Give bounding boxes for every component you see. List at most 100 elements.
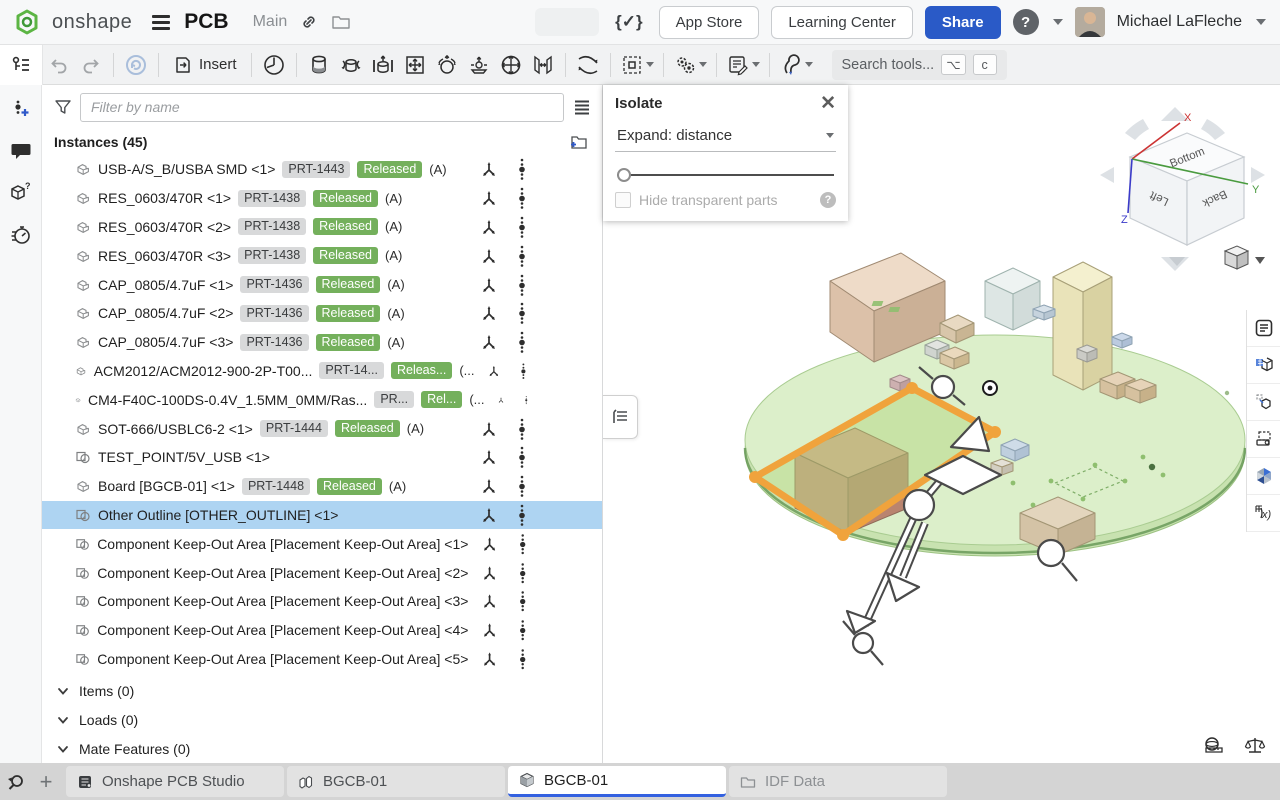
instance-row[interactable]: USB-A/S_B/USBA SMD <1>PRT-1443Released(A… [42,155,602,184]
mate-connector-icon[interactable] [481,478,497,494]
explode-tool-dropdown[interactable] [776,53,816,77]
cylindrical-mate-icon[interactable] [304,50,334,80]
instance-row[interactable]: TEST_POINT/5V_USB <1> [42,443,602,472]
fastened-mate-icon[interactable] [259,50,289,80]
display-states-panel-icon[interactable] [1247,347,1280,384]
dof-indicator-icon[interactable] [516,216,528,238]
expand-mode-select[interactable]: Expand: distance [615,122,836,152]
instance-row[interactable]: Component Keep-Out Area [Placement Keep-… [42,645,602,674]
document-tab-onshape-pcb-studio[interactable]: Onshape PCB Studio [66,766,284,797]
assembly-features-dropdown[interactable] [670,53,710,77]
dof-indicator-icon[interactable] [516,302,528,324]
workspace-label[interactable]: Main [253,13,288,31]
instance-row[interactable]: CAP_0805/4.7uF <2>PRT-1436Released(A) [42,299,602,328]
help-dropdown-caret[interactable] [1053,19,1063,25]
mate-connector-icon[interactable] [498,392,504,408]
dof-indicator-icon[interactable] [517,562,528,584]
group-tool-dropdown[interactable] [617,53,657,77]
dof-indicator-icon[interactable] [517,533,528,555]
add-dof-icon[interactable] [11,99,31,121]
redo-button[interactable] [76,50,106,80]
add-to-folder-icon[interactable] [568,133,588,151]
mate-connector-icon[interactable] [481,507,497,523]
dof-indicator-icon[interactable] [524,389,529,411]
instance-row[interactable]: CM4-F40C-100DS-0.4V_1.5MM_0MM/Ras...PR..… [42,385,602,414]
instance-row[interactable]: RES_0603/470R <2>PRT-1438Released(A) [42,213,602,242]
folder-icon[interactable] [331,13,351,31]
dof-indicator-icon[interactable] [517,619,528,641]
instance-row[interactable]: Component Keep-Out Area [Placement Keep-… [42,616,602,645]
slider-mate-icon[interactable] [368,50,398,80]
mate-connector-icon[interactable] [481,305,497,321]
in-context-panel-icon[interactable] [1247,384,1280,421]
ball-mate-icon[interactable] [432,50,462,80]
hamburger-menu-icon[interactable] [152,15,170,30]
hide-transparent-checkbox[interactable] [615,192,631,208]
mate-connector-icon[interactable] [482,593,497,609]
search-tools[interactable]: Search tools... ⌥ c [832,50,1007,80]
measure-icon[interactable] [1202,735,1226,755]
section-row[interactable]: Items (0) [42,676,602,705]
dof-indicator-icon[interactable] [517,648,528,670]
insert-button[interactable]: Insert [165,50,245,80]
dof-indicator-icon[interactable] [517,590,528,612]
instance-row[interactable]: CAP_0805/4.7uF <1>PRT-1436Released(A) [42,270,602,299]
parallel-mate-icon[interactable] [496,50,526,80]
add-tab-button[interactable]: + [32,768,60,796]
mate-connector-icon[interactable] [482,565,497,581]
history-timer-icon[interactable] [10,223,32,245]
filter-funnel-icon[interactable] [54,98,72,116]
dof-indicator-icon[interactable] [516,475,528,497]
app-store-button[interactable]: App Store [659,6,760,39]
render-studio-panel-icon[interactable] [1247,458,1280,495]
instance-row[interactable]: RES_0603/470R <1>PRT-1438Released(A) [42,184,602,213]
drawing-tool-dropdown[interactable] [723,53,763,77]
user-name[interactable]: Michael LaFleche [1117,13,1242,31]
onshape-logo[interactable] [14,9,40,35]
mate-connector-icon[interactable] [481,190,497,206]
comments-icon[interactable] [10,141,32,161]
help-icon[interactable]: ? [1013,9,1039,35]
document-tab-bgcb-01[interactable]: BGCB-01 [508,766,726,797]
mate-connector-icon[interactable] [488,363,500,379]
part-inspect-icon[interactable]: ? [9,181,33,203]
dof-indicator-icon[interactable] [516,187,528,209]
planar-mate-icon[interactable] [400,50,430,80]
document-title[interactable]: PCB [184,10,228,34]
section-row[interactable]: Loads (0) [42,705,602,734]
bom-panel-icon[interactable] [1247,310,1280,347]
isolate-help-icon[interactable]: ? [820,192,836,208]
dof-indicator-icon[interactable] [516,274,528,296]
dof-indicator-icon[interactable] [516,245,528,267]
instance-row[interactable]: RES_0603/470R <3>PRT-1438Released(A) [42,241,602,270]
filter-input[interactable] [80,93,564,122]
instance-row[interactable]: ACM2012/ACM2012-900-2P-T00...PRT-14...Re… [42,357,602,386]
mate-connector-icon[interactable] [481,219,497,235]
link-icon[interactable] [299,12,319,32]
mate-connector-icon[interactable] [482,651,497,667]
dof-indicator-icon[interactable] [516,331,528,353]
revolute-mate-icon[interactable] [336,50,366,80]
mate-connector-icon[interactable] [481,248,497,264]
mate-connector-icon[interactable] [481,277,497,293]
instance-row[interactable]: Board [BGCB-01] <1>PRT-1448Released(A) [42,472,602,501]
view-cube[interactable]: Bottom Left Back X Y Z [1100,107,1265,271]
rollback-icon[interactable] [121,50,151,80]
variables-panel-icon[interactable]: x) [1247,495,1280,532]
learning-center-button[interactable]: Learning Center [771,6,913,39]
dof-indicator-icon[interactable] [516,504,528,526]
panel-flyout-handle[interactable] [603,395,638,439]
view-mode-cube-button[interactable] [1225,246,1265,269]
mate-connector-icon[interactable] [481,449,497,465]
dof-indicator-icon[interactable] [516,418,528,440]
share-button[interactable]: Share [925,6,1001,39]
snap-mode-icon[interactable] [573,50,603,80]
dof-indicator-icon[interactable] [516,158,528,180]
tangent-mate-icon[interactable] [528,50,558,80]
mate-connector-icon[interactable] [482,536,497,552]
dof-indicator-icon[interactable] [519,360,528,382]
pin-slot-mate-icon[interactable] [464,50,494,80]
instance-row[interactable]: SOT-666/USBLC6-2 <1>PRT-1444Released(A) [42,414,602,443]
mate-connector-icon[interactable] [481,334,497,350]
section-view-panel-icon[interactable] [1247,421,1280,458]
